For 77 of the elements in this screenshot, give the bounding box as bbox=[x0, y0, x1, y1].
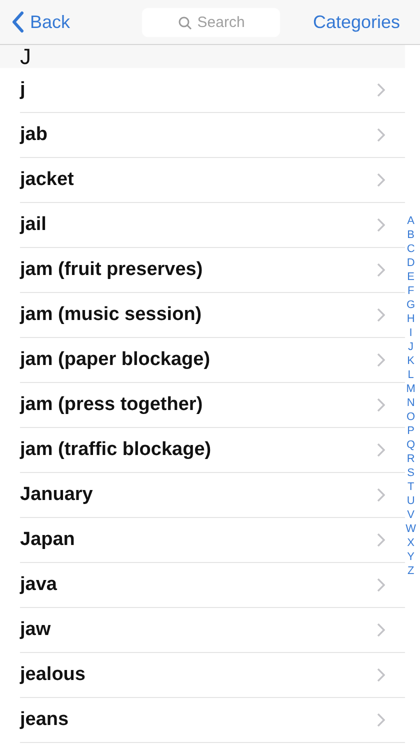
index-letter[interactable]: Q bbox=[406, 438, 416, 452]
index-letter[interactable]: J bbox=[408, 340, 414, 354]
chevron-right-icon bbox=[377, 128, 385, 142]
index-letter[interactable]: C bbox=[406, 242, 415, 256]
list-row[interactable]: jam (traffic blockage) bbox=[20, 428, 405, 473]
index-letter[interactable]: R bbox=[406, 452, 415, 466]
row-label: j bbox=[20, 78, 26, 102]
chevron-right-icon bbox=[377, 353, 385, 367]
list-row[interactable]: jail bbox=[20, 203, 405, 248]
list-row[interactable]: jeans bbox=[20, 698, 405, 743]
index-letter[interactable]: Z bbox=[407, 564, 414, 578]
chevron-right-icon bbox=[377, 83, 385, 97]
index-letter[interactable]: V bbox=[407, 508, 414, 522]
chevron-right-icon bbox=[377, 578, 385, 592]
chevron-right-icon bbox=[377, 488, 385, 502]
chevron-right-icon bbox=[377, 668, 385, 682]
list-row[interactable]: Japan bbox=[20, 518, 405, 563]
index-letter[interactable]: K bbox=[407, 354, 414, 368]
back-button[interactable]: Back bbox=[12, 8, 70, 36]
categories-button[interactable]: Categories bbox=[312, 8, 400, 36]
list-row[interactable]: jab bbox=[20, 113, 405, 158]
chevron-right-icon bbox=[377, 533, 385, 547]
row-label: jaw bbox=[20, 618, 51, 642]
index-letter[interactable]: Y bbox=[407, 550, 414, 564]
list-row[interactable]: jaw bbox=[20, 608, 405, 653]
chevron-left-icon bbox=[12, 11, 24, 33]
row-label: jacket bbox=[20, 168, 74, 192]
list-row[interactable]: j bbox=[20, 68, 405, 113]
list-row[interactable]: jam (fruit preserves) bbox=[20, 248, 405, 293]
chevron-right-icon bbox=[377, 308, 385, 322]
index-letter[interactable]: F bbox=[407, 284, 414, 298]
list-row[interactable]: January bbox=[20, 473, 405, 518]
list-row[interactable]: jealous bbox=[20, 653, 405, 698]
section-letter: J bbox=[20, 46, 31, 68]
row-label: jam (paper blockage) bbox=[20, 348, 210, 372]
chevron-right-icon bbox=[377, 263, 385, 277]
index-letter[interactable]: A bbox=[407, 214, 414, 228]
index-letter[interactable]: P bbox=[407, 424, 414, 438]
index-letter[interactable]: M bbox=[406, 382, 416, 396]
index-letter[interactable]: H bbox=[406, 312, 415, 326]
row-label: jealous bbox=[20, 662, 86, 687]
chevron-right-icon bbox=[377, 173, 385, 187]
list-row[interactable]: jam (music session) bbox=[20, 293, 405, 338]
row-label: jam (music session) bbox=[20, 302, 202, 327]
row-label: January bbox=[20, 482, 93, 507]
row-label: jam (press together) bbox=[20, 392, 203, 417]
chevron-right-icon bbox=[377, 398, 385, 412]
row-label: jam (traffic blockage) bbox=[20, 438, 212, 462]
row-label: jeans bbox=[20, 708, 69, 732]
index-letter[interactable]: U bbox=[406, 494, 415, 508]
index-letter[interactable]: G bbox=[406, 298, 416, 312]
search-icon bbox=[178, 16, 192, 30]
index-letter[interactable]: N bbox=[406, 396, 415, 410]
row-label: Japan bbox=[20, 528, 75, 552]
index-letter[interactable]: S bbox=[407, 466, 414, 480]
index-letter[interactable]: X bbox=[407, 536, 414, 550]
row-label: java bbox=[20, 572, 57, 597]
index-letter[interactable]: W bbox=[406, 522, 416, 536]
index-letter[interactable]: T bbox=[407, 480, 414, 494]
search-field[interactable]: Search bbox=[142, 8, 280, 36]
row-label: jab bbox=[20, 122, 48, 147]
index-letter[interactable]: L bbox=[408, 368, 414, 382]
chevron-right-icon bbox=[377, 713, 385, 727]
row-label: jail bbox=[20, 212, 46, 237]
chevron-right-icon bbox=[377, 218, 385, 232]
index-letter[interactable]: B bbox=[407, 228, 414, 242]
list-row[interactable]: jam (paper blockage) bbox=[20, 338, 405, 383]
index-letter[interactable]: I bbox=[409, 326, 412, 340]
list-row[interactable]: java bbox=[20, 563, 405, 608]
chevron-right-icon bbox=[377, 623, 385, 637]
index-letter[interactable]: E bbox=[407, 270, 414, 284]
index-letter[interactable]: O bbox=[406, 410, 416, 424]
list-row[interactable]: jacket bbox=[20, 158, 405, 203]
chevron-right-icon bbox=[377, 443, 385, 457]
row-label: jam (fruit preserves) bbox=[20, 258, 203, 282]
index-letter[interactable]: D bbox=[406, 256, 415, 270]
list-row[interactable]: jam (press together) bbox=[20, 383, 405, 428]
